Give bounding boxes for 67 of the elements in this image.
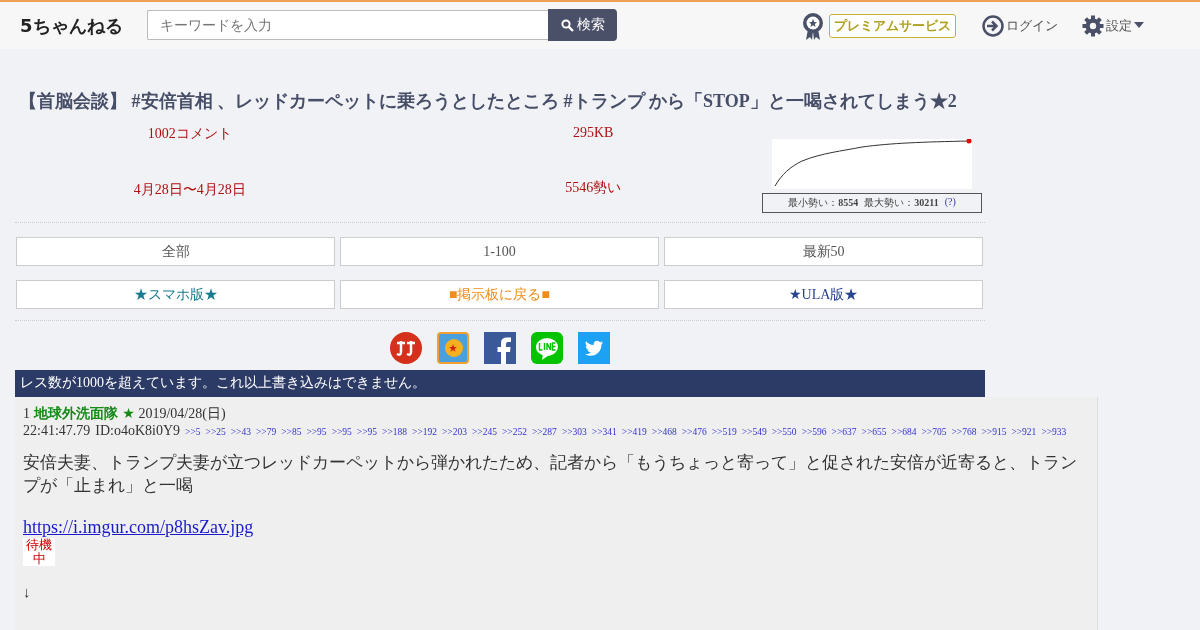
reply-link[interactable]: >>192 bbox=[412, 427, 437, 437]
reply-link[interactable]: >>95 bbox=[331, 427, 352, 437]
reply-link[interactable]: >>252 bbox=[501, 427, 527, 437]
thread-nav-button[interactable]: ★スマホ版★ bbox=[16, 280, 335, 309]
reply-link[interactable]: >>85 bbox=[281, 427, 302, 437]
thread-nav-button[interactable]: 全部 bbox=[16, 237, 335, 266]
reply-link[interactable]: >>921 bbox=[1011, 427, 1037, 437]
caret-icon bbox=[1134, 22, 1144, 29]
reply-link[interactable]: >>95 bbox=[356, 427, 378, 437]
reply-link[interactable]: >>596 bbox=[801, 427, 827, 437]
reply-link[interactable]: >>303 bbox=[561, 427, 587, 437]
down-arrow-text: ↓ bbox=[23, 584, 31, 601]
reply-link[interactable]: >>549 bbox=[741, 427, 767, 437]
reply-link[interactable]: >>245 bbox=[471, 427, 497, 437]
reply-link[interactable]: >>5 bbox=[185, 427, 201, 437]
post-number: 1 bbox=[23, 406, 30, 421]
file-size: 295KB bbox=[572, 125, 614, 141]
thread-nav-button[interactable]: 最新50 bbox=[664, 237, 983, 266]
reply-link[interactable]: >>95 bbox=[306, 427, 327, 437]
search-button[interactable]: 検索 bbox=[548, 9, 617, 41]
comment-count: 1002コメント bbox=[147, 125, 232, 143]
login-icon bbox=[982, 14, 1004, 37]
site-logo[interactable]: 5ちゃんねる bbox=[20, 13, 147, 38]
thread-nav-button[interactable]: 1-100 bbox=[340, 237, 659, 266]
reply-link[interactable]: >>684 bbox=[891, 427, 917, 437]
award-icon bbox=[801, 10, 825, 41]
facebook-icon[interactable] bbox=[484, 332, 516, 364]
reply-link[interactable]: >>933 bbox=[1041, 427, 1067, 437]
post-time: 22:41:47.79 bbox=[23, 423, 91, 439]
thread-title: 【首脳会談】 #安倍首相 、レッドカーペットに乗ろうとしたところ #トランプ から「STOP」と一喝されてしまう★2 bbox=[19, 90, 958, 113]
settings-menu[interactable]: 設定 bbox=[1082, 14, 1144, 37]
reply-link[interactable]: >>341 bbox=[591, 427, 617, 437]
app-icon[interactable] bbox=[390, 332, 422, 364]
search-icon bbox=[560, 18, 574, 32]
reply-link[interactable]: >>43 bbox=[230, 427, 251, 437]
reply-link[interactable]: >>768 bbox=[951, 427, 977, 437]
poster-name: 地球外洗面隊 ★ bbox=[33, 405, 135, 421]
max-momentum: 最大勢い：30211 bbox=[864, 196, 939, 210]
reply-link[interactable]: >>915 bbox=[981, 427, 1007, 437]
thread-nav-button[interactable]: ★ULA版★ bbox=[664, 280, 983, 309]
image-link[interactable]: https://i.imgur.com/p8hsZav.jpg bbox=[23, 517, 254, 538]
reply-link[interactable]: >>188 bbox=[382, 427, 408, 437]
reply-link[interactable]: >>519 bbox=[711, 427, 737, 437]
reply-link[interactable]: >>287 bbox=[531, 427, 557, 437]
min-momentum: 最小勢い：8554 bbox=[788, 196, 859, 210]
poster-id: ID:o4oK8i0Y9 bbox=[95, 423, 181, 439]
reply-link[interactable]: >>705 bbox=[921, 427, 947, 437]
help-link[interactable]: (?) bbox=[944, 196, 956, 210]
momentum-value: 5546勢い bbox=[565, 179, 622, 197]
search-field[interactable]: キーワードを入力 bbox=[147, 10, 548, 40]
reply-link[interactable]: >>203 bbox=[442, 427, 467, 437]
post-body: 安倍夫妻、トランプ夫妻が立つレッドカーペットから弾かれたため、記者から「もうちょっと寄って」と促された安倍が近寄ると、トランプが「止まれ」と一喝 bbox=[23, 452, 1078, 497]
reply-link[interactable]: >>550 bbox=[771, 427, 797, 437]
reply-link[interactable]: >>476 bbox=[681, 427, 707, 437]
settings-icon bbox=[1082, 14, 1104, 37]
reply-link[interactable]: >>468 bbox=[651, 427, 677, 437]
post-date: 2019/04/28(日) bbox=[138, 406, 226, 421]
reply-link[interactable]: >>655 bbox=[861, 427, 887, 437]
reply-link[interactable]: >>25 bbox=[205, 427, 226, 437]
twitter-icon[interactable] bbox=[578, 332, 610, 364]
reply-link[interactable]: >>637 bbox=[831, 427, 857, 437]
login-link[interactable]: ログイン bbox=[982, 14, 1058, 37]
notice-bar: レス数が1000を超えています。これ以上書き込みはできません。 bbox=[15, 370, 985, 397]
reply-link[interactable]: >>419 bbox=[621, 427, 647, 437]
reply-link[interactable]: >>79 bbox=[255, 427, 277, 437]
loading-badge: 待機中 bbox=[23, 538, 55, 566]
date-range: 4月28日〜4月28日 bbox=[133, 181, 246, 199]
